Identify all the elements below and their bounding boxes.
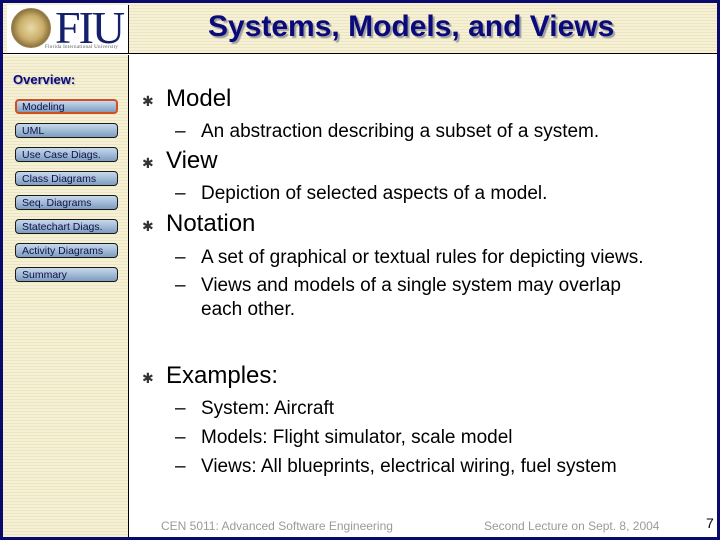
university-seal-icon <box>11 8 51 48</box>
bullet-model: Model <box>166 85 232 112</box>
sub-bullet-text: Views: All blueprints, electrical wiring… <box>201 456 617 477</box>
nav-button-seq-diagrams[interactable]: Seq. Diagrams <box>15 195 118 210</box>
bullet-star-icon: ✱ <box>142 218 154 234</box>
nav-button-summary[interactable]: Summary <box>15 267 118 282</box>
header: FIU Florida International University Sys… <box>3 2 717 54</box>
nav-button-uml[interactable]: UML <box>15 123 118 138</box>
sub-bullet: – Depiction of selected aspects of a mode… <box>175 183 548 204</box>
sub-bullet-text: System: Aircraft <box>201 398 335 419</box>
sidebar-nav: Overview: Modeling UML Use Case Diags. C… <box>3 55 129 537</box>
nav-button-statechart-diags[interactable]: Statechart Diags. <box>15 219 118 234</box>
sub-bullet-continuation: each other. <box>201 299 296 320</box>
slide: FIU Florida International University Sys… <box>0 0 720 540</box>
sub-bullet-text: An abstraction describing a subset of a … <box>201 121 600 142</box>
bullet-examples: Examples: <box>166 362 279 389</box>
sub-bullet-text: Models: Flight simulator, scale model <box>201 427 513 448</box>
sub-bullet: – Views: All blueprints, electrical wirin… <box>175 456 617 477</box>
sub-bullet-text: A set of graphical or textual rules for … <box>201 247 644 268</box>
sub-bullet: – Views and models of a single system may… <box>175 275 621 296</box>
sub-bullet-text: Views and models of a single system may … <box>201 275 621 296</box>
sub-bullet: – A set of graphical or textual rules for… <box>175 247 644 268</box>
slide-content: ✱ Model – An abstraction describing a sub… <box>129 55 717 537</box>
logo-subtitle: Florida International University <box>45 45 119 50</box>
bullet-notation: Notation <box>166 210 256 237</box>
sub-bullet: – System: Aircraft <box>175 398 335 419</box>
nav-button-class-diagrams[interactable]: Class Diagrams <box>15 171 118 186</box>
footer-lecture: Second Lecture on Sept. 8, 2004 <box>484 519 660 533</box>
page-number: 7 <box>706 515 714 531</box>
nav-button-modeling[interactable]: Modeling <box>15 99 118 114</box>
bullet-star-icon: ✱ <box>142 370 154 386</box>
sub-bullet-text: Depiction of selected aspects of a model… <box>201 183 548 204</box>
nav-button-use-case-diags[interactable]: Use Case Diags. <box>15 147 118 162</box>
bullet-view: View <box>166 147 218 174</box>
footer-course: CEN 5011: Advanced Software Engineering <box>161 519 393 533</box>
bullet-star-icon: ✱ <box>142 93 154 109</box>
slide-title: Systems, Models, and Views <box>208 10 615 43</box>
sub-bullet: – Models: Flight simulator, scale model <box>175 427 513 448</box>
nav-button-activity-diagrams[interactable]: Activity Diagrams <box>15 243 118 258</box>
sub-bullet: – An abstraction describing a subset of a… <box>175 121 600 142</box>
fiu-logo: FIU Florida International University <box>7 2 129 53</box>
bullet-star-icon: ✱ <box>142 155 154 171</box>
sidebar-heading: Overview: <box>13 72 76 87</box>
